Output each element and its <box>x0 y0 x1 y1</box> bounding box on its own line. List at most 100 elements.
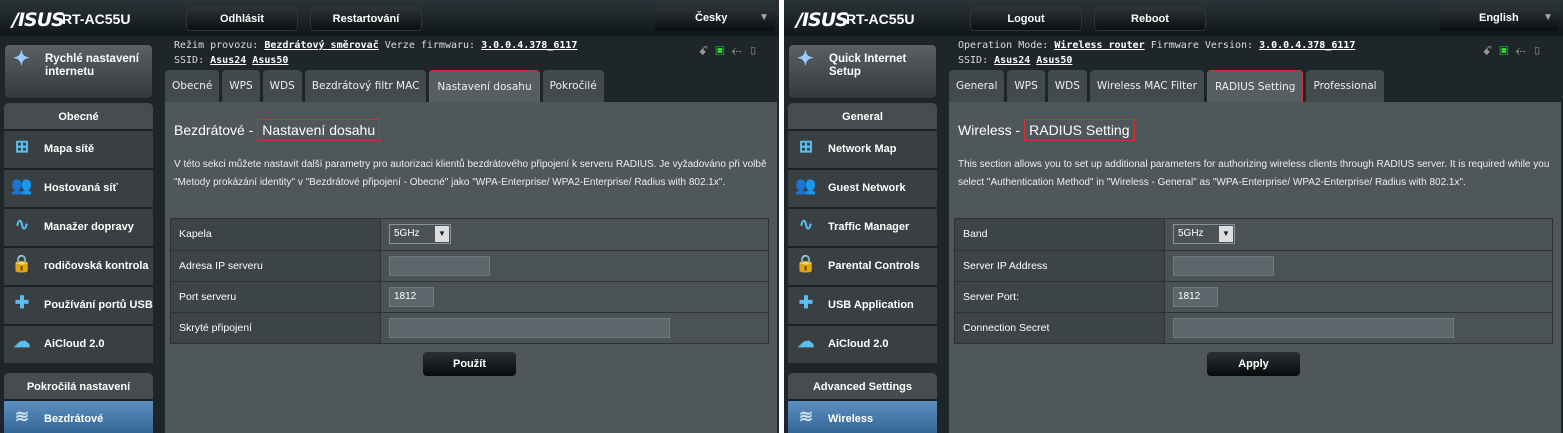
language-select[interactable]: English ▼ <box>1439 7 1559 31</box>
apply-button[interactable]: Použít <box>423 352 516 376</box>
ssid-link-50[interactable]: Asus50 <box>1036 55 1072 66</box>
tab-0[interactable]: Obecné <box>165 70 220 102</box>
op-mode-label: Operation Mode: <box>958 40 1049 51</box>
sidebar-item[interactable]: ∿ Manažer dopravy <box>4 207 153 246</box>
op-mode-link[interactable]: Bezdrátový směrovač <box>264 40 378 51</box>
sidebar-item[interactable]: 👥 Hostovaná síť <box>4 168 153 207</box>
quick-internet-setup-button[interactable]: ✦ Quick Internet Setup <box>788 44 937 99</box>
tab-1[interactable]: WPS <box>222 70 260 102</box>
op-mode-link[interactable]: Wireless router <box>1054 40 1144 51</box>
reboot-button[interactable]: Restartování <box>310 7 422 31</box>
usb-icon[interactable]: ⇠ <box>732 44 749 58</box>
band-value: 5GHz <box>394 228 420 239</box>
apply-button[interactable]: Apply <box>1207 352 1300 376</box>
description: V této sekci můžete nastavit další param… <box>174 159 767 188</box>
sidebar-item[interactable]: ∿ Traffic Manager <box>788 207 937 246</box>
sidebar-item[interactable]: 🔒 rodičovská kontrola <box>4 246 153 285</box>
model-name: RT-AC55U <box>846 11 915 27</box>
band-select[interactable]: 5GHz ▼ <box>1173 224 1235 244</box>
guest-network-icon: 👥 <box>795 176 817 195</box>
logout-button[interactable]: Logout <box>970 7 1082 31</box>
firmware-link[interactable]: 3.0.0.4.378_6117 <box>1259 40 1355 51</box>
sidebar-item[interactable]: ✚ USB Application <box>788 285 937 324</box>
page-title: Wireless - RADIUS Setting <box>958 119 1135 141</box>
logout-button[interactable]: Odhlásit <box>186 7 298 31</box>
network-status-icon[interactable]: ▣ <box>715 44 732 58</box>
server-port-input[interactable]: 1812 <box>1173 287 1218 307</box>
network-map-icon: ⊞ <box>14 137 30 156</box>
sidebar-item-wireless[interactable]: ≋ Bezdrátové <box>4 399 153 433</box>
tab-0[interactable]: General <box>949 70 1005 102</box>
title-highlight: Nastavení dosahu <box>257 119 381 141</box>
chevron-down-icon: ▼ <box>1219 226 1233 242</box>
tab-1[interactable]: WPS <box>1007 70 1045 102</box>
main-content: Bezdrátové - Nastavení dosahu V této sek… <box>165 102 777 433</box>
sidebar-item-label: Traffic Manager <box>828 221 910 233</box>
sidebar-item[interactable]: ⊞ Network Map <box>788 129 937 168</box>
top-bar: /ISUS RT-AC55U Odhlásit Restartování Čes… <box>0 0 779 36</box>
server-ip-input[interactable] <box>1173 256 1274 276</box>
sidebar-item-label: Parental Controls <box>828 260 920 272</box>
asus-logo: /ISUS <box>12 9 65 31</box>
secret-input[interactable] <box>389 318 670 338</box>
page-title: Bezdrátové - Nastavení dosahu <box>174 119 381 141</box>
network-status-icon[interactable]: ▣ <box>1499 44 1516 58</box>
aicloud-icon: ☁ <box>13 332 31 351</box>
server-ip-label: Server IP Address <box>955 251 1165 281</box>
ssid-link-50[interactable]: Asus50 <box>252 55 288 66</box>
sidebar-item[interactable]: ☁ AiCloud 2.0 <box>4 324 153 363</box>
server-port-label: Server Port: <box>955 282 1165 312</box>
sidebar-item[interactable]: ⊞ Mapa sítě <box>4 129 153 168</box>
firmware-label: Firmware Version: <box>1150 40 1254 51</box>
tab-4[interactable]: Nastavení dosahu <box>429 70 540 102</box>
tab-3[interactable]: Bezdrátový filtr MAC <box>304 70 427 102</box>
asus-logo: /ISUS <box>796 9 849 31</box>
server-port-row: Server Port: 1812 <box>955 281 1552 312</box>
tab-bar: Obecné WPS WDS Bezdrátový filtr MAC Nastaven… <box>165 70 604 102</box>
tab-5[interactable]: Pokročilé <box>542 70 604 102</box>
traffic-manager-icon: ∿ <box>14 215 30 234</box>
tab-5[interactable]: Professional <box>1306 70 1384 102</box>
sidebar-item-label: Guest Network <box>828 182 906 194</box>
firmware-link[interactable]: 3.0.0.4.378_6117 <box>481 40 577 51</box>
language-select[interactable]: Česky ▼ <box>655 7 775 31</box>
clients-icon[interactable]: ꗃ <box>699 44 716 58</box>
reboot-button[interactable]: Reboot <box>1094 7 1206 31</box>
quick-internet-setup-button[interactable]: ✦ Rychlé nastavení internetu <box>4 44 153 99</box>
tab-2[interactable]: WDS <box>1047 70 1087 102</box>
printer-icon[interactable]: ▯ <box>1532 44 1549 58</box>
advanced-section-header: Pokročilá nastavení <box>4 373 153 399</box>
sidebar-item[interactable]: ☁ AiCloud 2.0 <box>788 324 937 363</box>
magic-wand-icon: ✦ <box>13 48 30 70</box>
tab-3[interactable]: Wireless MAC Filter <box>1089 70 1204 102</box>
status-icons: ꗃ▣⇠▯ <box>699 44 765 59</box>
sidebar-item[interactable]: 🔒 Parental Controls <box>788 246 937 285</box>
router-panel: /ISUS RT-AC55U Odhlásit Restartování Čes… <box>0 0 779 433</box>
band-row: Kapela 5GHz ▼ <box>171 219 768 250</box>
sidebar-item-label: Manažer dopravy <box>44 221 134 233</box>
band-row: Band 5GHz ▼ <box>955 219 1552 250</box>
sidebar-item-label: Mapa sítě <box>44 143 95 155</box>
sidebar-item-wireless[interactable]: ≋ Wireless <box>788 399 937 433</box>
tab-4[interactable]: RADIUS Setting <box>1206 70 1304 102</box>
tab-2[interactable]: WDS <box>262 70 302 102</box>
server-port-input[interactable]: 1812 <box>389 287 434 307</box>
usb-icon[interactable]: ⇠ <box>1516 44 1533 58</box>
ssid-link-24[interactable]: Asus24 <box>210 55 246 66</box>
sidebar-item[interactable]: ✚ Používání portů USB <box>4 285 153 324</box>
sidebar-item-label: USB Application <box>828 299 914 311</box>
sidebar-item[interactable]: 👥 Guest Network <box>788 168 937 207</box>
sidebar-item-label: AiCloud 2.0 <box>44 338 105 350</box>
secret-input[interactable] <box>1173 318 1454 338</box>
clients-icon[interactable]: ꗃ <box>1483 44 1500 58</box>
server-ip-input[interactable] <box>389 256 490 276</box>
magic-wand-icon: ✦ <box>797 48 814 70</box>
band-select[interactable]: 5GHz ▼ <box>389 224 451 244</box>
secret-label: Skryté připojení <box>171 313 381 343</box>
advanced-section-header: Advanced Settings <box>788 373 937 399</box>
ssid-link-24[interactable]: Asus24 <box>994 55 1030 66</box>
sidebar: ✦ Quick Internet Setup General ⊞ Network M… <box>788 44 937 433</box>
top-bar: /ISUS RT-AC55U Logout Reboot English ▼ <box>784 0 1563 36</box>
general-section-header: Obecné <box>4 103 153 129</box>
printer-icon[interactable]: ▯ <box>748 44 765 58</box>
